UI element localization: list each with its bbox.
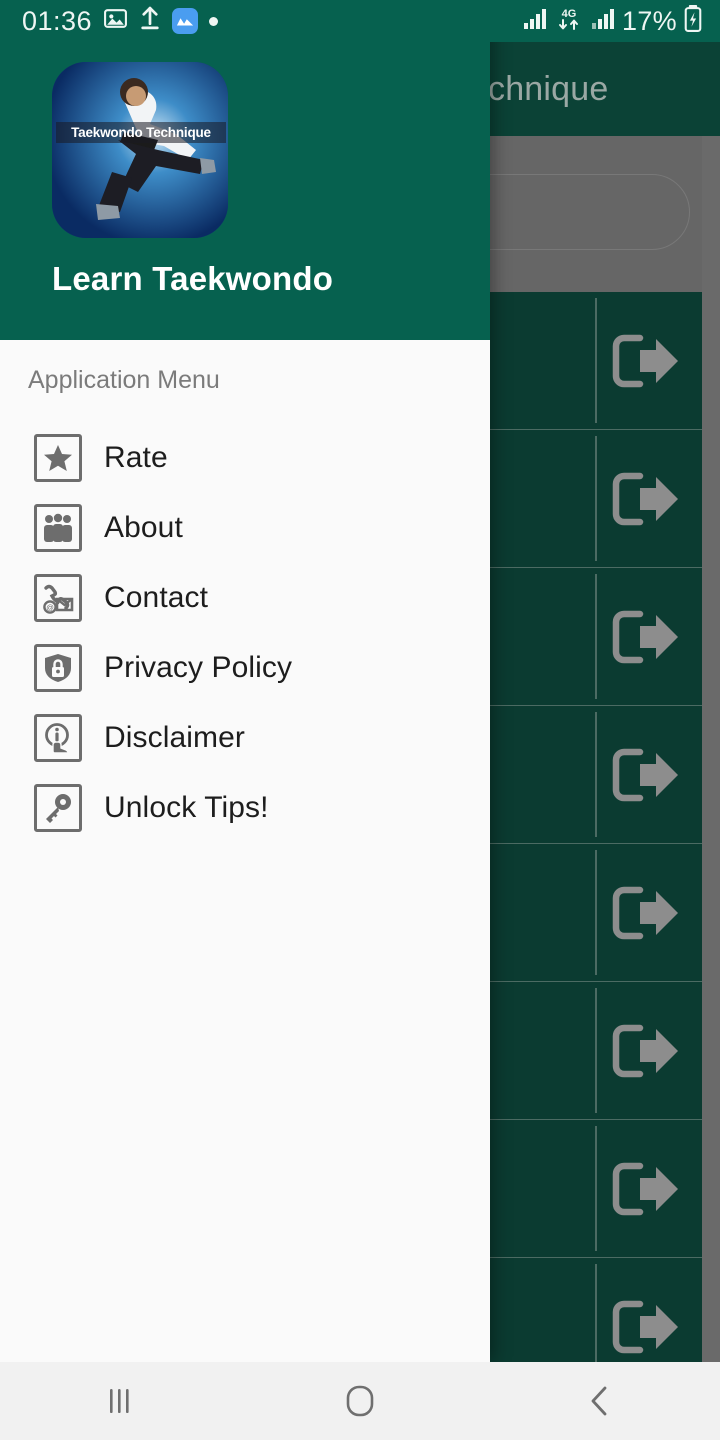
star-icon — [34, 434, 82, 482]
exit-arrow-icon[interactable] — [610, 1158, 680, 1220]
row-divider — [595, 1126, 597, 1251]
table-row[interactable] — [490, 1258, 720, 1362]
menu-item-label: Unlock Tips! — [104, 791, 269, 824]
row-divider — [595, 436, 597, 561]
exit-arrow-icon[interactable] — [610, 468, 680, 530]
menu-item-privacy-policy[interactable]: Privacy Policy — [0, 633, 490, 703]
drawer-body: Application Menu Rate About @ Contact Pr… — [0, 340, 490, 1362]
recents-button[interactable] — [0, 1385, 240, 1417]
phone-screen: chnique Taekwondo Technique Learn Taekwo… — [0, 0, 720, 1440]
menu-item-label: About — [104, 511, 183, 544]
row-divider — [595, 988, 597, 1113]
menu-item-unlock-tips[interactable]: Unlock Tips! — [0, 773, 490, 843]
back-button[interactable] — [480, 1384, 720, 1418]
exit-arrow-icon[interactable] — [610, 1296, 680, 1358]
menu-item-rate[interactable]: Rate — [0, 423, 490, 493]
menu-item-label: Privacy Policy — [104, 651, 293, 684]
app-logo-caption: Taekwondo Technique — [56, 122, 226, 143]
dot-icon — [209, 16, 219, 26]
upload-icon — [139, 6, 161, 36]
background-app-bar: chnique — [490, 42, 720, 136]
status-bar-left: 01:36 — [22, 5, 219, 37]
app-title: Learn Taekwondo — [52, 260, 334, 297]
back-chevron-icon — [591, 1386, 607, 1416]
exit-arrow-icon[interactable] — [610, 744, 680, 806]
exit-arrow-icon[interactable] — [610, 330, 680, 392]
people-group-icon — [34, 504, 82, 552]
row-divider — [595, 850, 597, 975]
info-hand-icon — [34, 714, 82, 762]
signal-icon — [523, 8, 547, 35]
exit-arrow-icon[interactable] — [610, 1020, 680, 1082]
menu-heading: Application Menu — [28, 366, 220, 394]
recents-icon — [110, 1389, 129, 1413]
signal-icon-2 — [591, 8, 615, 35]
home-button[interactable] — [240, 1384, 480, 1418]
status-bar-clock: 01:36 — [22, 5, 93, 36]
background-list — [490, 292, 720, 1362]
blue-app-icon — [172, 8, 199, 34]
battery-percent-label: 17% — [622, 5, 677, 36]
phone-envelope-at-icon: @ — [34, 574, 82, 622]
mobile-data-icon: 4G — [554, 6, 584, 37]
exit-arrow-icon[interactable] — [610, 882, 680, 944]
system-navigation-bar — [0, 1362, 720, 1440]
table-row[interactable] — [490, 982, 720, 1120]
menu-item-contact[interactable]: @ Contact — [0, 563, 490, 633]
battery-charging-icon — [684, 5, 702, 37]
row-divider — [595, 712, 597, 837]
image-icon — [103, 6, 128, 36]
menu-item-label: Disclaimer — [104, 721, 246, 754]
row-divider — [595, 1264, 597, 1362]
status-bar-right: 4G 17% — [523, 5, 702, 37]
row-divider — [595, 298, 597, 423]
menu-item-about[interactable]: About — [0, 493, 490, 563]
svg-text:4G: 4G — [562, 8, 577, 20]
drawer-header: Taekwondo Technique Learn Taekwondo — [0, 0, 490, 340]
table-row[interactable] — [490, 1120, 720, 1258]
background-right-strip — [702, 136, 720, 1362]
table-row[interactable] — [490, 430, 720, 568]
status-bar: 01:36 4G 17% — [0, 0, 720, 42]
exit-arrow-icon[interactable] — [610, 606, 680, 668]
background-search-band — [450, 136, 720, 292]
row-divider — [595, 574, 597, 699]
table-row[interactable] — [490, 568, 720, 706]
key-icon — [34, 784, 82, 832]
home-icon — [346, 1385, 374, 1417]
table-row[interactable] — [490, 292, 720, 430]
navigation-drawer: Taekwondo Technique Learn Taekwondo Appl… — [0, 0, 490, 1362]
menu-item-label: Contact — [104, 581, 209, 614]
svg-text:@: @ — [46, 603, 54, 612]
app-logo: Taekwondo Technique — [52, 62, 228, 238]
shield-lock-icon — [34, 644, 82, 692]
table-row[interactable] — [490, 844, 720, 982]
background-app-bar-title: chnique — [490, 69, 609, 108]
menu-item-disclaimer[interactable]: Disclaimer — [0, 703, 490, 773]
menu-item-label: Rate — [104, 441, 168, 474]
table-row[interactable] — [490, 706, 720, 844]
